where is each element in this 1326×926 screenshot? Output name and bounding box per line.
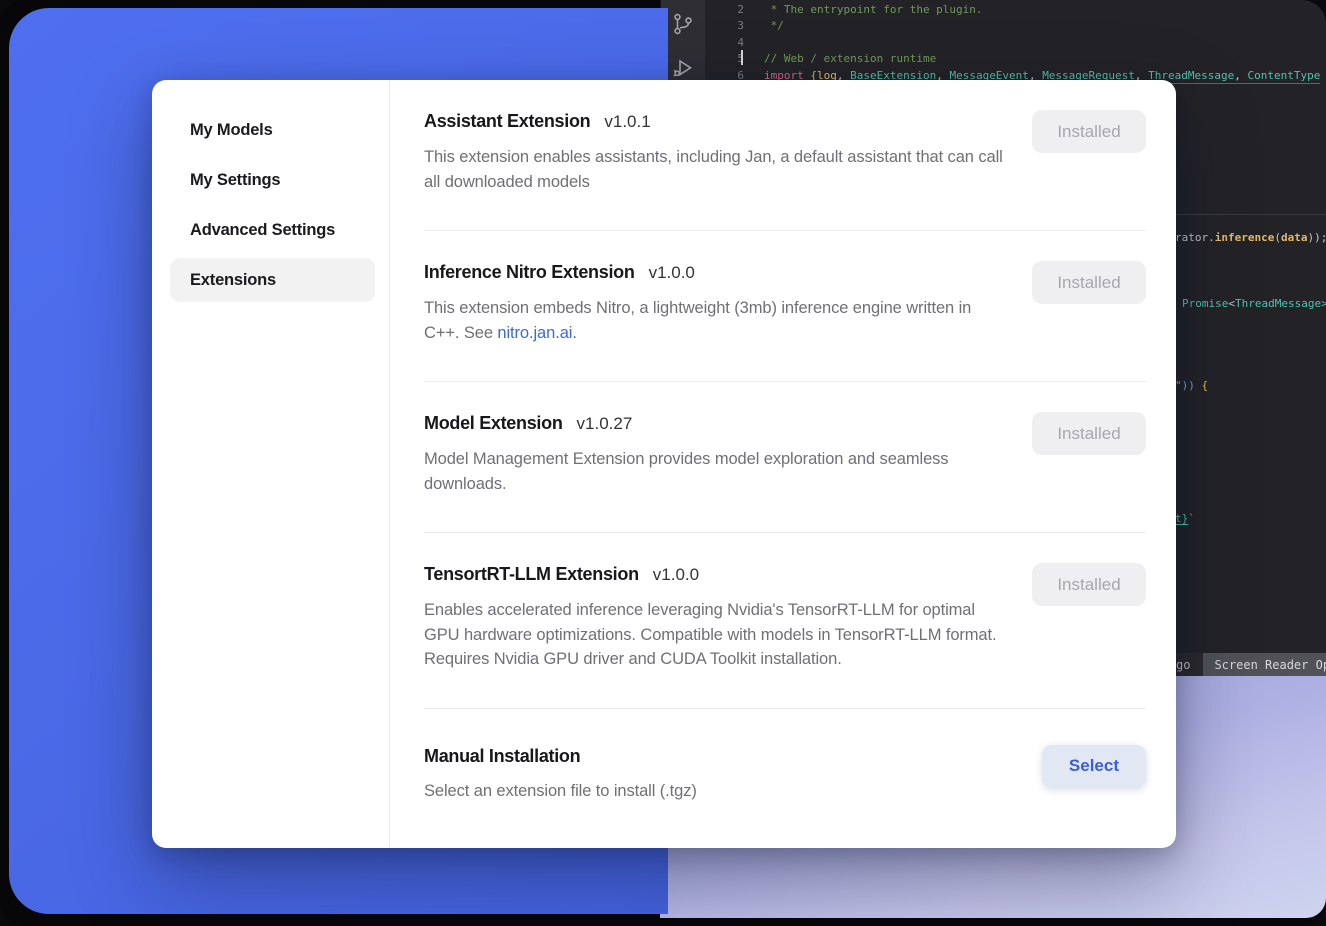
- installed-button[interactable]: Installed: [1032, 261, 1146, 304]
- screenshot-frame: 2 * The entrypoint for the plugin. 3 */ …: [0, 0, 1326, 926]
- screen-reader-status[interactable]: Screen Reader Optimize: [1203, 653, 1326, 676]
- code-fragment: Promise<ThreadMessage>: [1182, 297, 1326, 310]
- extension-version: v1.0.0: [649, 260, 695, 286]
- source-control-icon[interactable]: [671, 12, 695, 36]
- code-fragment: t}`: [1175, 512, 1195, 525]
- sidebar-item-label: My Models: [190, 121, 273, 140]
- line-number: 4: [704, 35, 744, 51]
- extension-info: Model Extension v1.0.27 Model Management…: [424, 410, 1008, 496]
- manual-installation-description: Select an extension file to install (.tg…: [424, 779, 1008, 804]
- code-empty: [744, 35, 764, 51]
- screenshot: 2 * The entrypoint for the plugin. 3 */ …: [0, 0, 1326, 926]
- installed-button[interactable]: Installed: [1032, 412, 1146, 455]
- extension-item: TensortRT-LLM Extension v1.0.0 Enables a…: [424, 533, 1146, 709]
- extension-item: Inference Nitro Extension v1.0.0 This ex…: [424, 231, 1146, 382]
- sidebar-item-label: Advanced Settings: [190, 221, 335, 240]
- extension-name: Inference Nitro Extension: [424, 259, 635, 285]
- code-line: 3 */: [704, 18, 1326, 34]
- sidebar-item-label: Extensions: [190, 271, 276, 290]
- installed-button[interactable]: Installed: [1032, 110, 1146, 153]
- sidebar-item-label: My Settings: [190, 171, 280, 190]
- code-comment: * The entrypoint for the plugin.: [744, 2, 983, 18]
- extension-description: Model Management Extension provides mode…: [424, 447, 1008, 496]
- code-fragment: ")) {: [1175, 379, 1208, 392]
- nitro-jan-ai-link[interactable]: nitro.jan.ai.: [497, 324, 576, 342]
- code-comment: // Web / extension runtime: [744, 51, 936, 67]
- status-bar-text: go: [1176, 658, 1190, 672]
- extension-title-row: Assistant Extension v1.0.1: [424, 108, 1008, 135]
- extension-item: Assistant Extension v1.0.1 This extensio…: [424, 80, 1146, 231]
- extension-version: v1.0.1: [604, 109, 650, 135]
- sidebar-item-advanced-settings[interactable]: Advanced Settings: [170, 208, 375, 252]
- extension-title-row: TensortRT-LLM Extension v1.0.0: [424, 561, 1008, 588]
- code-line: 4: [704, 35, 1326, 51]
- extension-info: Manual Installation Select an extension …: [424, 743, 1008, 804]
- extension-name: Model Extension: [424, 410, 563, 436]
- extension-name: TensortRT-LLM Extension: [424, 561, 639, 587]
- extension-description: This extension enables assistants, inclu…: [424, 145, 1008, 194]
- extension-description: This extension embeds Nitro, a lightweig…: [424, 296, 1008, 345]
- code-comment: */: [744, 18, 784, 34]
- extension-version: v1.0.27: [577, 411, 633, 437]
- code-lines: 2 * The entrypoint for the plugin. 3 */ …: [704, 2, 1326, 84]
- extension-description: Enables accelerated inference leveraging…: [424, 598, 1008, 672]
- line-number: 5: [704, 51, 744, 67]
- sidebar-item-extensions[interactable]: Extensions: [170, 258, 375, 302]
- extension-info: Assistant Extension v1.0.1 This extensio…: [424, 108, 1008, 194]
- extension-title-row: Model Extension v1.0.27: [424, 410, 1008, 437]
- manual-installation-title: Manual Installation: [424, 743, 580, 769]
- text-cursor: [741, 50, 743, 65]
- run-and-debug-icon[interactable]: [671, 56, 695, 80]
- extension-title-row: Manual Installation: [424, 743, 1008, 769]
- code-fragment: rator.inference(data));: [1175, 231, 1326, 244]
- extension-name: Assistant Extension: [424, 108, 590, 134]
- line-number: 3: [704, 18, 744, 34]
- extension-info: TensortRT-LLM Extension v1.0.0 Enables a…: [424, 561, 1008, 672]
- manual-installation-row: Manual Installation Select an extension …: [424, 709, 1146, 840]
- code-line: 5 // Web / extension runtime: [704, 51, 1326, 67]
- extension-info: Inference Nitro Extension v1.0.0 This ex…: [424, 259, 1008, 345]
- settings-sidebar: My Models My Settings Advanced Settings …: [152, 80, 390, 848]
- line-number: 2: [704, 2, 744, 18]
- extension-item: Model Extension v1.0.27 Model Management…: [424, 382, 1146, 533]
- extension-title-row: Inference Nitro Extension v1.0.0: [424, 259, 1008, 286]
- sidebar-item-my-settings[interactable]: My Settings: [170, 158, 375, 202]
- settings-dialog: My Models My Settings Advanced Settings …: [152, 80, 1176, 848]
- installed-button[interactable]: Installed: [1032, 563, 1146, 606]
- select-button[interactable]: Select: [1042, 745, 1146, 788]
- sidebar-item-my-models[interactable]: My Models: [170, 108, 375, 152]
- extension-version: v1.0.0: [653, 562, 699, 588]
- code-line: 2 * The entrypoint for the plugin.: [704, 2, 1326, 18]
- extensions-list: Assistant Extension v1.0.1 This extensio…: [390, 80, 1176, 848]
